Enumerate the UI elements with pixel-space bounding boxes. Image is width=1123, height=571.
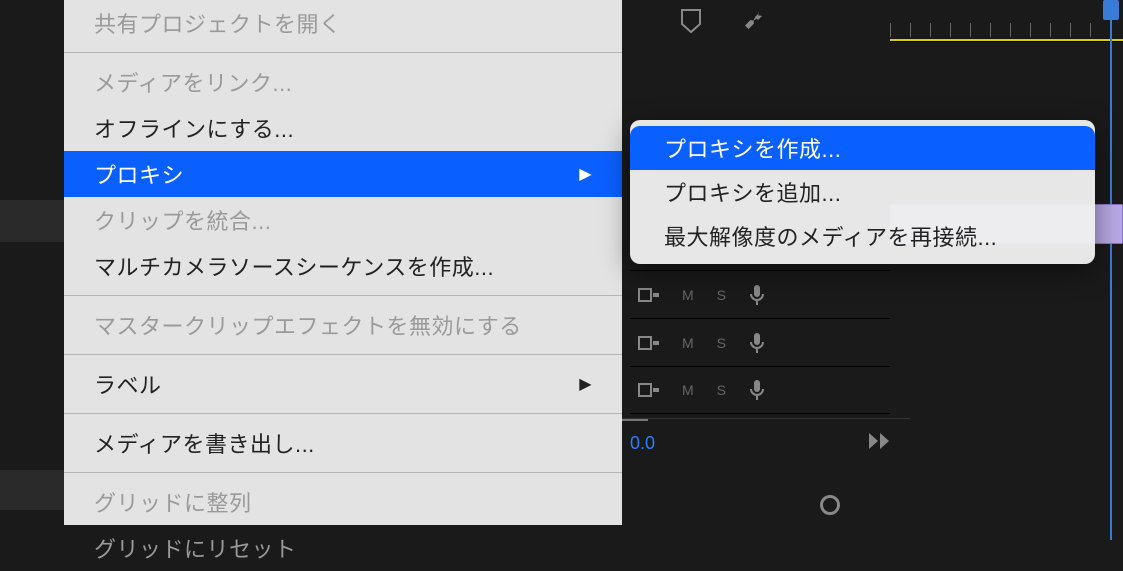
ruler-ticks xyxy=(890,23,1123,37)
menu-separator xyxy=(64,354,622,355)
mic-icon[interactable] xyxy=(749,379,765,401)
menu-label: グリッドに整列 xyxy=(94,486,252,518)
menu-label: メディアをリンク... xyxy=(94,66,292,98)
chevron-right-icon: ▶ xyxy=(579,374,592,394)
menu-link-media[interactable]: メディアをリンク... xyxy=(64,59,622,105)
menu-label: オフラインにする... xyxy=(94,112,294,144)
menu-create-multicam[interactable]: マルチカメラソースシーケンスを作成... xyxy=(64,243,622,289)
menu-merge-clips[interactable]: クリップを統合... xyxy=(64,197,622,243)
menu-label: 共有プロジェクトを開く xyxy=(94,7,342,39)
wrench-icon[interactable] xyxy=(742,8,768,34)
audio-level-value[interactable]: 0.0 xyxy=(630,433,655,454)
playhead[interactable] xyxy=(1103,0,1119,20)
menu-separator xyxy=(64,413,622,414)
audio-level-row: 0.0 xyxy=(620,418,910,468)
menu-label: プロキシを作成... xyxy=(664,132,841,164)
submenu-append-proxy[interactable]: プロキシを追加... xyxy=(630,170,1095,214)
work-area-bar xyxy=(890,39,1123,41)
menu-reset-to-grid[interactable]: グリッドにリセット xyxy=(64,525,622,571)
menu-label-submenu[interactable]: ラベル ▶ xyxy=(64,361,622,407)
chevron-right-icon: ▶ xyxy=(579,164,592,184)
scroll-handle[interactable] xyxy=(820,495,840,515)
menu-label: プロキシを追加... xyxy=(664,176,841,208)
solo-button[interactable]: S xyxy=(717,382,727,398)
solo-button[interactable]: S xyxy=(717,335,727,351)
timeline-ruler[interactable] xyxy=(890,0,1123,42)
skip-icon[interactable] xyxy=(868,432,890,455)
menu-separator xyxy=(64,295,622,296)
menu-proxy[interactable]: プロキシ ▶ xyxy=(64,151,622,197)
menu-label: グリッドにリセット xyxy=(94,532,297,564)
menu-label: マルチカメラソースシーケンスを作成... xyxy=(94,250,494,282)
track-row: M S xyxy=(630,270,890,318)
marker-icon[interactable] xyxy=(680,8,702,34)
menu-label: プロキシ xyxy=(94,158,184,190)
submenu-create-proxy[interactable]: プロキシを作成... xyxy=(630,126,1095,170)
proxy-submenu: プロキシを作成... プロキシを追加... 最大解像度のメディアを再接続... xyxy=(630,120,1095,264)
menu-disable-master-fx[interactable]: マスタークリップエフェクトを無効にする xyxy=(64,302,622,348)
mute-button[interactable]: M xyxy=(682,382,695,398)
mute-button[interactable]: M xyxy=(682,335,695,351)
mute-button[interactable]: M xyxy=(682,287,695,303)
track-toggle-icon[interactable] xyxy=(638,286,660,304)
menu-label: ラベル xyxy=(94,368,162,400)
track-toggle-icon[interactable] xyxy=(638,381,660,399)
mic-icon[interactable] xyxy=(749,284,765,306)
menu-export-media[interactable]: メディアを書き出し... xyxy=(64,420,622,466)
menu-make-offline[interactable]: オフラインにする... xyxy=(64,105,622,151)
menu-separator xyxy=(64,472,622,473)
left-track-strip xyxy=(0,470,64,510)
track-row: M S xyxy=(630,318,890,366)
track-toggle-icon[interactable] xyxy=(638,334,660,352)
left-track-strip xyxy=(0,200,64,242)
submenu-reconnect-full-res[interactable]: 最大解像度のメディアを再接続... xyxy=(630,214,1095,258)
mic-icon[interactable] xyxy=(749,332,765,354)
track-controls: M S M S M S xyxy=(630,270,890,414)
menu-label: クリップを統合... xyxy=(94,204,271,236)
menu-align-to-grid[interactable]: グリッドに整列 xyxy=(64,479,622,525)
menu-label: 最大解像度のメディアを再接続... xyxy=(664,220,997,252)
menu-open-shared-project[interactable]: 共有プロジェクトを開く xyxy=(64,0,622,46)
context-menu: 共有プロジェクトを開く メディアをリンク... オフラインにする... プロキシ… xyxy=(64,0,622,525)
level-mark xyxy=(620,419,648,421)
menu-label: マスタークリップエフェクトを無効にする xyxy=(94,309,522,341)
solo-button[interactable]: S xyxy=(717,287,727,303)
menu-label: メディアを書き出し... xyxy=(94,427,315,459)
track-row: M S xyxy=(630,366,890,414)
menu-separator xyxy=(64,52,622,53)
